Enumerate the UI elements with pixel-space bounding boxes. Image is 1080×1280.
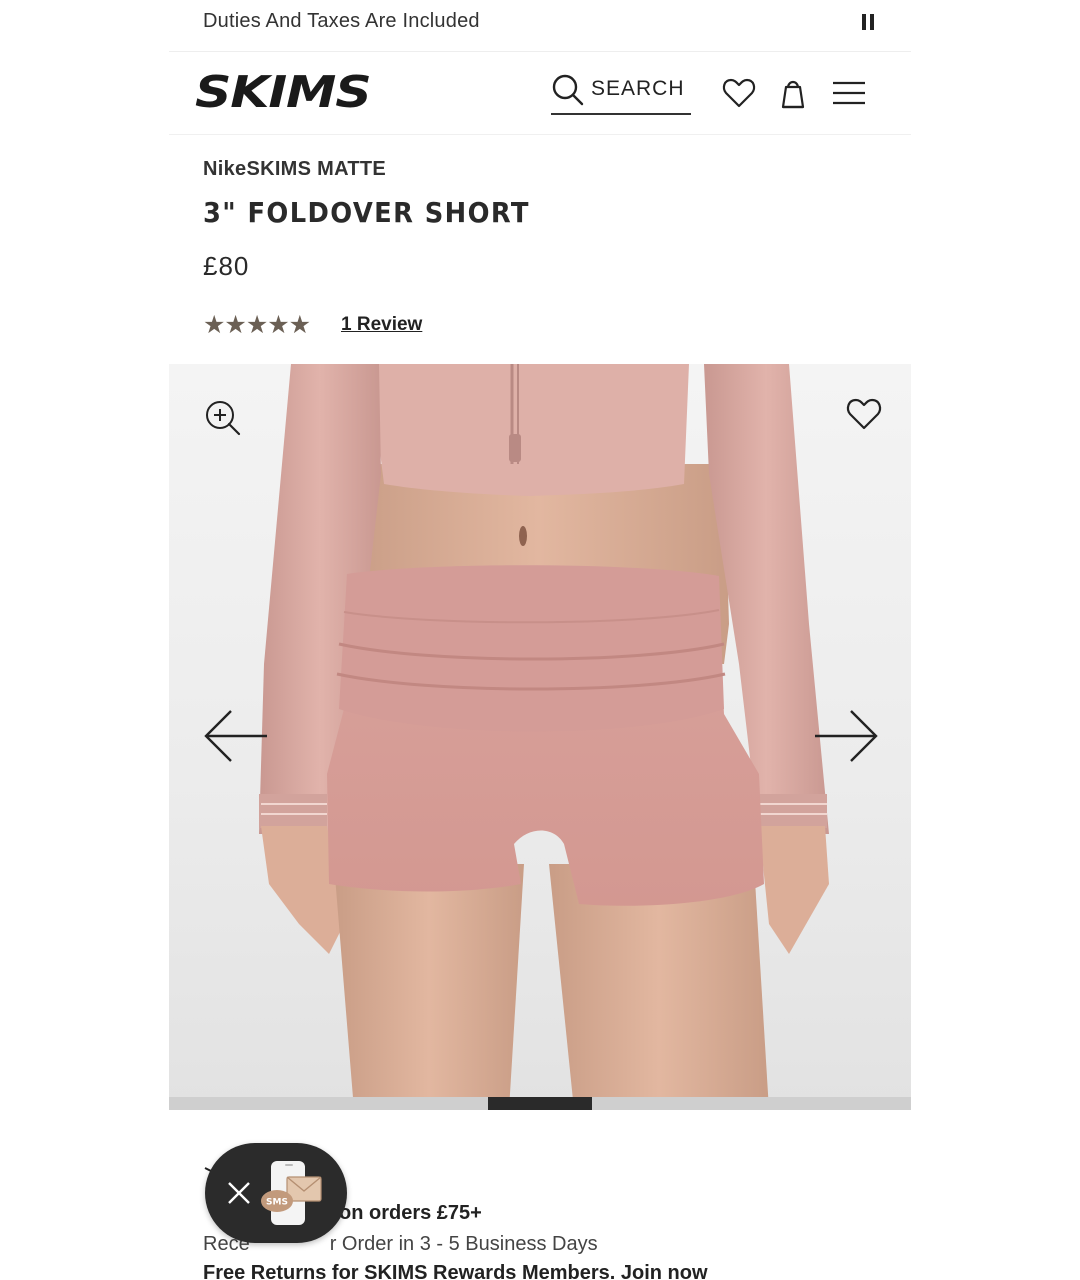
gallery-progress-track[interactable] (169, 1097, 911, 1110)
pause-icon[interactable] (859, 12, 877, 32)
sms-label: SMS (266, 1198, 288, 1208)
product-price: £80 (203, 251, 250, 281)
gallery-progress-thumb[interactable] (488, 1097, 592, 1110)
arrow-right-icon (815, 710, 878, 762)
rating-stars: ★★★★★ (203, 311, 311, 339)
announcement-text: Duties And Taxes Are Included (203, 10, 480, 32)
next-image-button[interactable] (813, 708, 879, 764)
search-icon (552, 74, 584, 106)
announcement-bar: Duties And Taxes Are Included (169, 0, 911, 52)
product-brand: NikeSKIMS MATTE (203, 158, 387, 180)
free-returns-link[interactable]: Free Returns for SKIMS Rewards Members. … (203, 1262, 708, 1280)
wishlist-button[interactable] (721, 75, 757, 111)
product-title: 3" FOLDOVER SHORT (203, 196, 530, 229)
sms-signup-widget[interactable]: SMS (205, 1143, 347, 1243)
sms-icon: SMS (261, 1161, 322, 1225)
heart-icon (722, 78, 756, 108)
menu-icon (833, 81, 865, 105)
arrow-left-icon (204, 710, 267, 762)
zoom-in-icon (206, 401, 241, 436)
product-image (259, 364, 829, 1110)
review-link[interactable]: 1 Review (341, 314, 422, 336)
logo[interactable]: SKIMS (195, 67, 372, 118)
previous-image-button[interactable] (203, 708, 269, 764)
site-header: SKIMS SEARCH (169, 53, 911, 135)
close-icon (228, 1182, 250, 1204)
product-gallery[interactable] (169, 364, 911, 1110)
search-label: SEARCH (591, 77, 685, 100)
menu-button[interactable] (831, 75, 867, 111)
favorite-button[interactable] (845, 396, 883, 432)
search-button[interactable]: SEARCH (551, 73, 691, 115)
heart-icon (846, 398, 882, 430)
bag-icon (781, 80, 805, 109)
page-frame: Duties And Taxes Are Included SKIMS SEAR… (169, 0, 911, 1280)
zoom-button[interactable] (203, 398, 243, 438)
bag-button[interactable] (775, 75, 811, 111)
close-button[interactable] (225, 1179, 253, 1207)
